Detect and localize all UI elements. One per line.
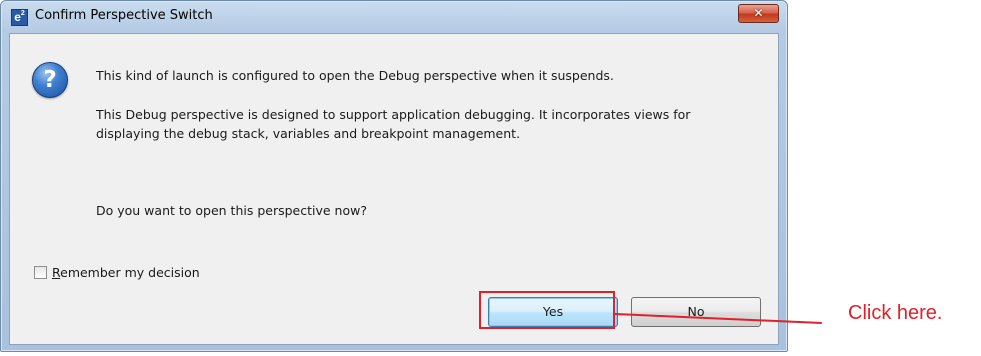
app-icon-superscript: 2 — [20, 10, 25, 17]
remember-decision-label[interactable]: Remember my decision — [52, 265, 200, 280]
app-icon-letter: e — [14, 10, 21, 24]
title-bar[interactable]: e2 Confirm Perspective Switch ✕ — [1, 1, 787, 33]
question-icon: ? — [32, 62, 68, 98]
message-line-launch: This kind of launch is configured to ope… — [96, 68, 614, 83]
window-title: Confirm Perspective Switch — [35, 8, 213, 23]
message-line-question: Do you want to open this perspective now… — [96, 203, 367, 218]
remember-decision-checkbox[interactable] — [34, 265, 47, 279]
dialog-body: ? This kind of launch is configured to o… — [9, 33, 779, 345]
close-button[interactable]: ✕ — [738, 4, 779, 23]
annotation-highlight-box — [479, 291, 615, 329]
annotation-callout: Click here. — [848, 302, 943, 324]
confirm-perspective-dialog: e2 Confirm Perspective Switch ✕ ? This k… — [0, 0, 788, 352]
message-paragraph-description: This Debug perspective is designed to su… — [96, 107, 691, 141]
e2-studio-icon: e2 — [11, 9, 28, 26]
no-button[interactable]: No — [631, 297, 761, 327]
remember-decision-option[interactable]: Remember my decision — [34, 263, 200, 281]
close-icon: ✕ — [753, 6, 764, 20]
screenshot-stage: e2 Confirm Perspective Switch ✕ ? This k… — [0, 0, 981, 356]
